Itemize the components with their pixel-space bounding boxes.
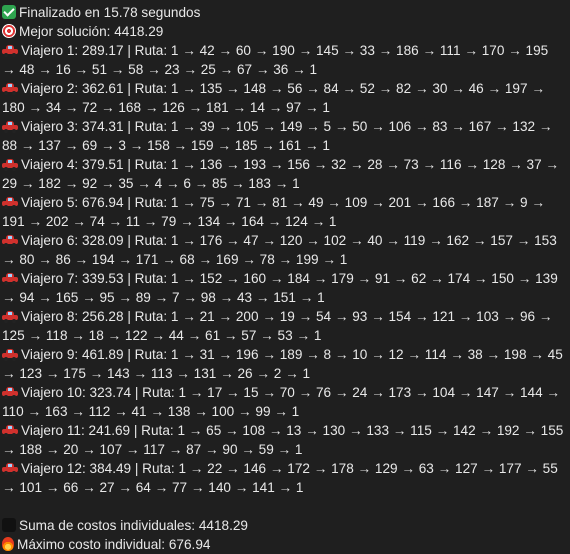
car-icon bbox=[2, 197, 18, 209]
check-icon bbox=[2, 5, 16, 19]
sum-icon bbox=[2, 518, 16, 532]
traveler-line: Viajero 8: 256.28 | Ruta: 1 → 21 → 200 →… bbox=[2, 307, 564, 345]
traveler-line: Viajero 9: 461.89 | Ruta: 1 → 31 → 196 →… bbox=[2, 345, 564, 383]
traveler-line: Viajero 1: 289.17 | Ruta: 1 → 42 → 60 → … bbox=[2, 41, 564, 79]
car-icon bbox=[2, 349, 18, 361]
traveler-list: Viajero 1: 289.17 | Ruta: 1 → 42 → 60 → … bbox=[2, 41, 564, 497]
traveler-line: Viajero 11: 241.69 | Ruta: 1 → 65 → 108 … bbox=[2, 421, 564, 459]
car-icon bbox=[2, 311, 18, 323]
output-panel: Finalizado en 15.78 segundos Mejor soluc… bbox=[0, 0, 570, 554]
car-icon bbox=[2, 387, 18, 399]
traveler-text: Viajero 9: 461.89 | Ruta: 1 → 31 → 196 →… bbox=[2, 347, 563, 381]
traveler-text: Viajero 10: 323.74 | Ruta: 1 → 17 → 15 →… bbox=[2, 385, 561, 419]
finished-line: Finalizado en 15.78 segundos bbox=[2, 3, 564, 22]
sum-line: Suma de costos individuales: 4418.29 bbox=[2, 516, 564, 535]
car-icon bbox=[2, 45, 18, 57]
max-text: Máximo costo individual: 676.94 bbox=[17, 537, 211, 552]
traveler-line: Viajero 6: 328.09 | Ruta: 1 → 176 → 47 →… bbox=[2, 231, 564, 269]
traveler-line: Viajero 3: 374.31 | Ruta: 1 → 39 → 105 →… bbox=[2, 117, 564, 155]
traveler-text: Viajero 7: 339.53 | Ruta: 1 → 152 → 160 … bbox=[2, 271, 558, 305]
max-line: Máximo costo individual: 676.94 bbox=[2, 535, 564, 554]
target-icon bbox=[2, 24, 16, 38]
car-icon bbox=[2, 121, 18, 133]
best-solution-line: Mejor solución: 4418.29 bbox=[2, 22, 564, 41]
traveler-line: Viajero 10: 323.74 | Ruta: 1 → 17 → 15 →… bbox=[2, 383, 564, 421]
car-icon bbox=[2, 425, 18, 437]
traveler-text: Viajero 3: 374.31 | Ruta: 1 → 39 → 105 →… bbox=[2, 119, 553, 153]
car-icon bbox=[2, 159, 18, 171]
traveler-text: Viajero 8: 256.28 | Ruta: 1 → 21 → 200 →… bbox=[2, 309, 553, 343]
traveler-text: Viajero 2: 362.61 | Ruta: 1 → 135 → 148 … bbox=[2, 81, 545, 115]
traveler-text: Viajero 1: 289.17 | Ruta: 1 → 42 → 60 → … bbox=[2, 43, 549, 77]
traveler-line: Viajero 7: 339.53 | Ruta: 1 → 152 → 160 … bbox=[2, 269, 564, 307]
fire-icon bbox=[2, 537, 14, 551]
traveler-line: Viajero 2: 362.61 | Ruta: 1 → 135 → 148 … bbox=[2, 79, 564, 117]
sum-text: Suma de costos individuales: 4418.29 bbox=[19, 518, 248, 533]
traveler-line: Viajero 4: 379.51 | Ruta: 1 → 136 → 193 … bbox=[2, 155, 564, 193]
car-icon bbox=[2, 235, 18, 247]
car-icon bbox=[2, 463, 18, 475]
traveler-line: Viajero 12: 384.49 | Ruta: 1 → 22 → 146 … bbox=[2, 459, 564, 497]
traveler-text: Viajero 4: 379.51 | Ruta: 1 → 136 → 193 … bbox=[2, 157, 560, 191]
traveler-line: Viajero 5: 676.94 | Ruta: 1 → 75 → 71 → … bbox=[2, 193, 564, 231]
best-solution-text: Mejor solución: 4418.29 bbox=[19, 24, 164, 39]
traveler-text: Viajero 11: 241.69 | Ruta: 1 → 65 → 108 … bbox=[2, 423, 564, 457]
car-icon bbox=[2, 83, 18, 95]
traveler-text: Viajero 5: 676.94 | Ruta: 1 → 75 → 71 → … bbox=[2, 195, 545, 229]
finished-text: Finalizado en 15.78 segundos bbox=[19, 5, 201, 20]
traveler-text: Viajero 6: 328.09 | Ruta: 1 → 176 → 47 →… bbox=[2, 233, 557, 267]
traveler-text: Viajero 12: 384.49 | Ruta: 1 → 22 → 146 … bbox=[2, 461, 558, 495]
car-icon bbox=[2, 273, 18, 285]
